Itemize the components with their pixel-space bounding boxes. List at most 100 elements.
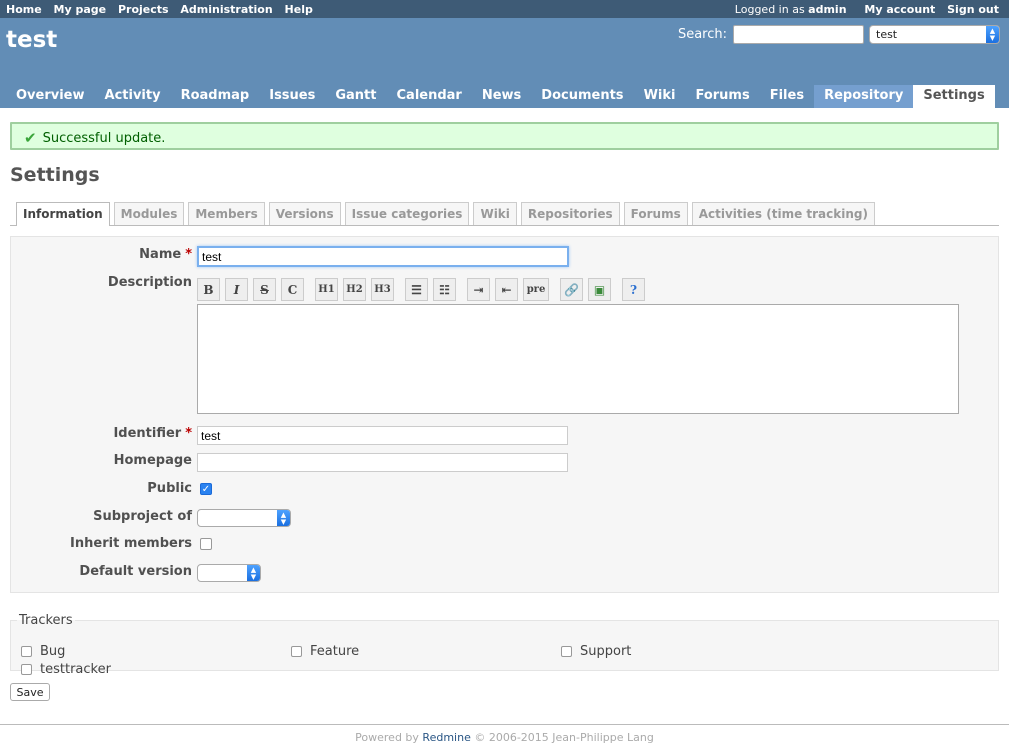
identifier-input[interactable] [197, 426, 568, 445]
outdent-icon[interactable]: ⇤ [495, 278, 518, 301]
select-arrows-icon: ▲ ▼ [986, 26, 999, 43]
tab-gantt[interactable]: Gantt [325, 85, 386, 108]
top-link-administration[interactable]: Administration [180, 3, 272, 16]
pre-button[interactable]: pre [523, 278, 549, 301]
inherit-checkbox[interactable] [200, 538, 212, 550]
flash-notice: ✔ Successful update. [10, 122, 999, 150]
footer-prefix: Powered by [355, 731, 419, 744]
tracker-checkbox[interactable] [291, 646, 302, 657]
default-version-label: Default version [79, 564, 192, 579]
tracker-support[interactable]: Support [561, 644, 631, 659]
content: ✔ Successful update. Settings Informatio… [0, 108, 1009, 701]
italic-button[interactable]: I [225, 278, 248, 301]
homepage-label: Homepage [113, 453, 192, 468]
top-menu-left: Home My page Projects Administration Hel… [6, 3, 321, 16]
tab-activity[interactable]: Activity [95, 85, 171, 108]
inherit-label: Inherit members [70, 536, 192, 551]
search-label: Search: [677, 27, 727, 42]
flash-message: Successful update. [42, 130, 166, 146]
tab-news[interactable]: News [472, 85, 531, 108]
logged-in-prefix: Logged in as [734, 2, 805, 16]
tracker-label: Bug [40, 644, 66, 659]
top-menu-right: Logged in as admin My account Sign out [735, 3, 999, 16]
settings-tab-wiki[interactable]: Wiki [473, 202, 517, 225]
indent-icon[interactable]: ⇥ [467, 278, 490, 301]
settings-tab-activities[interactable]: Activities (time tracking) [691, 202, 875, 225]
settings-tab-versions[interactable]: Versions [268, 202, 341, 225]
project-form-box: Name* Description B I S C H1 H2 H3 ☰ ☷ ⇥… [10, 236, 999, 593]
tab-documents[interactable]: Documents [531, 85, 633, 108]
tab-repository[interactable]: Repository [814, 85, 914, 108]
tracker-bug[interactable]: Bug [21, 644, 65, 659]
main-menu: Overview Activity Roadmap Issues Gantt C… [6, 85, 995, 108]
tracker-label: testtracker [40, 662, 111, 677]
tab-forums[interactable]: Forums [685, 85, 759, 108]
name-label-text: Name [139, 247, 182, 262]
description-textarea[interactable] [197, 304, 959, 414]
subproject-select[interactable]: ▲ ▼ [197, 509, 291, 527]
settings-tab-repositories[interactable]: Repositories [520, 202, 620, 225]
project-jump-select[interactable]: test ▲ ▼ [869, 25, 1000, 44]
name-input[interactable] [197, 246, 569, 267]
top-link-my-page[interactable]: My page [54, 3, 107, 16]
select-arrows-icon: ▲ ▼ [277, 510, 290, 526]
tracker-label: Feature [310, 644, 360, 659]
top-link-projects[interactable]: Projects [118, 3, 169, 16]
tracker-checkbox[interactable] [21, 664, 32, 675]
heading2-button[interactable]: H2 [343, 278, 366, 301]
project-title: test [6, 27, 58, 53]
sign-out-link[interactable]: Sign out [947, 3, 999, 16]
settings-tab-members[interactable]: Members [188, 202, 265, 225]
strike-button[interactable]: S [253, 278, 276, 301]
wiki-toolbar: B I S C H1 H2 H3 ☰ ☷ ⇥ ⇤ pre 🔗 ▣ ? [197, 278, 650, 301]
trackers-fieldset: Trackers Bug Feature Support testtracker [10, 613, 999, 677]
tab-wiki[interactable]: Wiki [634, 85, 686, 108]
tab-overview[interactable]: Overview [6, 85, 95, 108]
homepage-input[interactable] [197, 453, 568, 472]
logged-in-user[interactable]: admin [808, 3, 846, 16]
heading1-button[interactable]: H1 [315, 278, 338, 301]
help-icon[interactable]: ? [622, 278, 645, 301]
bold-button[interactable]: B [197, 278, 220, 301]
checkmark-icon: ✔ [24, 129, 37, 147]
redmine-link[interactable]: Redmine [422, 731, 470, 744]
default-version-select[interactable]: ▲ ▼ [197, 564, 261, 582]
footer-copyright: © 2006-2015 Jean-Philippe Lang [474, 731, 654, 744]
top-link-help[interactable]: Help [285, 3, 313, 16]
header: test Search: test ▲ ▼ Overview Activity R… [0, 18, 1009, 108]
settings-tab-issue-categories[interactable]: Issue categories [344, 202, 470, 225]
top-link-home[interactable]: Home [6, 3, 42, 16]
trackers-legend: Trackers [19, 613, 73, 628]
tracker-label: Support [580, 644, 632, 659]
footer: Powered by Redmine © 2006-2015 Jean-Phil… [0, 724, 1009, 744]
my-account-link[interactable]: My account [864, 3, 935, 16]
save-button[interactable]: Save [10, 683, 50, 701]
tab-calendar[interactable]: Calendar [387, 85, 472, 108]
logged-in-as: Logged in as admin [735, 3, 847, 16]
settings-tab-information[interactable]: Information [16, 202, 110, 226]
identifier-label: Identifier * [113, 426, 192, 441]
link-icon[interactable]: 🔗 [560, 278, 583, 301]
image-icon[interactable]: ▣ [588, 278, 611, 301]
tab-roadmap[interactable]: Roadmap [171, 85, 260, 108]
tab-files[interactable]: Files [760, 85, 814, 108]
unordered-list-icon[interactable]: ☰ [405, 278, 428, 301]
required-mark: * [185, 247, 192, 262]
identifier-label-text: Identifier [113, 426, 182, 441]
tracker-feature[interactable]: Feature [291, 644, 359, 659]
subproject-label: Subproject of [93, 509, 192, 524]
heading3-button[interactable]: H3 [371, 278, 394, 301]
settings-tab-forums[interactable]: Forums [623, 202, 688, 225]
public-checkbox[interactable]: ✓ [200, 483, 212, 495]
tab-issues[interactable]: Issues [259, 85, 325, 108]
settings-tabs: Information Modules Members Versions Iss… [10, 202, 999, 226]
page-title: Settings [10, 164, 100, 186]
tracker-checkbox[interactable] [21, 646, 32, 657]
ordered-list-icon[interactable]: ☷ [433, 278, 456, 301]
tracker-testtracker[interactable]: testtracker [21, 662, 111, 677]
tab-settings[interactable]: Settings [913, 85, 995, 108]
settings-tab-modules[interactable]: Modules [113, 202, 185, 225]
code-button[interactable]: C [281, 278, 304, 301]
tracker-checkbox[interactable] [561, 646, 572, 657]
search-input[interactable] [733, 25, 864, 44]
